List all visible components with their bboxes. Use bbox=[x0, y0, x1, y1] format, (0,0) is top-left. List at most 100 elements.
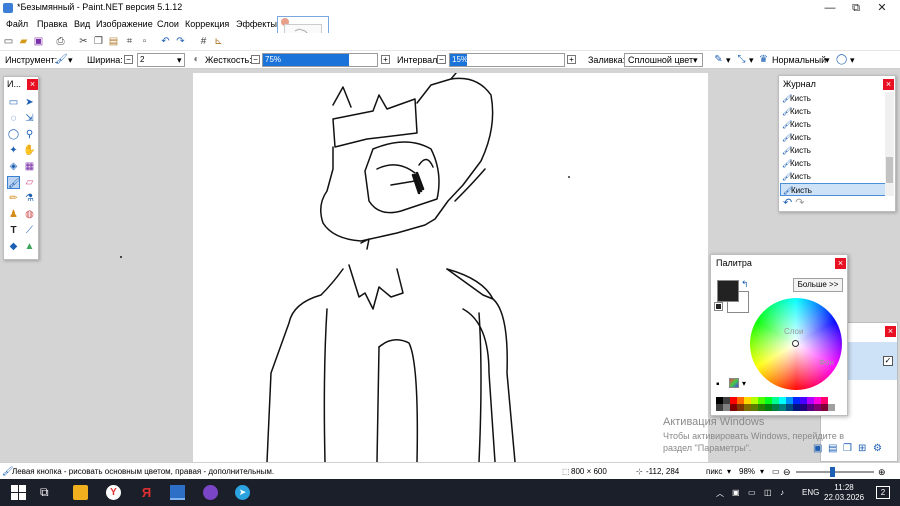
menu-effects[interactable]: Эффекты bbox=[236, 19, 277, 29]
move-selection-tool-icon[interactable]: ➤ bbox=[23, 96, 36, 109]
fill-dropdown-chevron-icon[interactable]: ▾ bbox=[693, 55, 698, 66]
interval-slider[interactable]: 15% bbox=[449, 53, 565, 67]
more-colors-button[interactable]: Больше >> bbox=[793, 278, 843, 292]
sampling-chevron-icon[interactable]: ▾ bbox=[850, 55, 855, 66]
paintbrush-icon[interactable]: 🖌 bbox=[55, 54, 68, 65]
tray-chevron-up-icon[interactable]: ︿ bbox=[716, 488, 724, 499]
palette-preset-icon[interactable] bbox=[729, 378, 739, 388]
ellipse-select-tool-icon[interactable]: ◯ bbox=[7, 128, 20, 141]
deselect-icon[interactable]: ▫ bbox=[139, 36, 150, 47]
save-icon[interactable]: ▣ bbox=[33, 36, 44, 47]
minimize-button[interactable]: — bbox=[817, 0, 843, 16]
hardness-decrease-button[interactable]: − bbox=[251, 55, 260, 64]
taskbar-clock[interactable]: 11:28 22.03.2026 bbox=[824, 483, 864, 503]
color-picker-tool-icon[interactable]: ⚗ bbox=[23, 192, 36, 205]
history-scroll-thumb[interactable] bbox=[886, 157, 893, 183]
palette-preset-chevron-icon[interactable]: ▾ bbox=[742, 379, 746, 388]
menu-view[interactable]: Вид bbox=[74, 19, 90, 29]
menu-layers[interactable]: Слои bbox=[157, 19, 179, 29]
history-undo-icon[interactable]: ↶ bbox=[783, 197, 792, 209]
history-item[interactable]: 🖌 Кисть bbox=[780, 131, 886, 144]
blend-mode-dropdown[interactable]: Нормальный bbox=[772, 55, 826, 65]
layer-visibility-checkbox[interactable]: ✓ bbox=[883, 356, 893, 366]
move-selected-tool-icon[interactable]: ⇲ bbox=[23, 112, 36, 125]
palette-panel-close-button[interactable]: × bbox=[835, 258, 846, 269]
grid-icon[interactable]: # bbox=[198, 36, 209, 47]
layers-panel-close-button[interactable]: × bbox=[885, 326, 896, 337]
zoom-slider[interactable] bbox=[796, 467, 874, 477]
yandex-browser-icon[interactable]: Y bbox=[106, 485, 121, 500]
zoom-out-icon[interactable]: ⊖ bbox=[783, 467, 791, 478]
menu-image[interactable]: Изображение bbox=[96, 19, 153, 29]
shapes-tool-icon[interactable]: ◆ bbox=[7, 240, 20, 253]
alpha-chevron-icon[interactable]: ▾ bbox=[749, 55, 754, 66]
zoom-tool-icon[interactable]: ⚲ bbox=[23, 128, 36, 141]
sampling-icon[interactable]: ◯ bbox=[836, 54, 847, 65]
zoom-slider-thumb[interactable] bbox=[830, 467, 835, 477]
color-wheel-knob[interactable] bbox=[792, 340, 799, 347]
paintbrush-tool-icon[interactable]: 🖌 bbox=[7, 176, 21, 189]
paintnet-taskbar-icon[interactable] bbox=[170, 485, 185, 500]
crop-icon[interactable]: ⌗ bbox=[124, 36, 135, 47]
zoom-fit-icon[interactable]: ▭ bbox=[772, 467, 780, 476]
antialias-chevron-icon[interactable]: ▾ bbox=[726, 55, 731, 66]
clone-stamp-tool-icon[interactable]: ♟ bbox=[7, 208, 20, 221]
new-file-icon[interactable]: ▭ bbox=[3, 36, 14, 47]
drawing-canvas[interactable] bbox=[193, 66, 708, 463]
pan-tool-icon[interactable]: ✋ bbox=[23, 144, 36, 157]
tools-panel-close-button[interactable]: × bbox=[27, 79, 38, 90]
notifications-icon[interactable]: 2 bbox=[876, 486, 890, 499]
rectangle-select-tool-icon[interactable]: ▭ bbox=[7, 96, 20, 109]
blend-chevron-icon[interactable]: ▾ bbox=[825, 55, 830, 66]
zoom-value[interactable]: 98% bbox=[739, 467, 755, 476]
primary-color-swatch[interactable] bbox=[717, 280, 739, 302]
network-icon[interactable]: ◫ bbox=[764, 488, 772, 497]
close-button[interactable]: ✕ bbox=[869, 0, 895, 16]
hardness-slider[interactable]: 75% bbox=[262, 53, 378, 67]
interval-decrease-button[interactable]: − bbox=[437, 55, 446, 64]
zoom-chevron-icon[interactable]: ▾ bbox=[760, 467, 764, 476]
units-chevron-icon[interactable]: ▾ bbox=[727, 467, 731, 476]
width-dropdown-chevron-icon[interactable]: ▾ bbox=[177, 55, 182, 66]
tray-app-icon[interactable]: ▣ bbox=[732, 488, 740, 497]
gradient-tool-icon[interactable]: ▦ bbox=[23, 160, 36, 173]
paste-icon[interactable]: ▤ bbox=[108, 36, 119, 47]
menu-adjustments[interactable]: Коррекция bbox=[185, 19, 229, 29]
palette-swatches[interactable] bbox=[716, 397, 843, 411]
history-item[interactable]: 🖌 Кисть bbox=[780, 170, 886, 183]
history-redo-icon[interactable]: ↷ bbox=[795, 197, 804, 209]
telegram-icon[interactable]: ➤ bbox=[235, 485, 250, 500]
maximize-button[interactable]: ⧉ bbox=[843, 0, 869, 16]
layer-properties-icon[interactable]: ⚙ bbox=[873, 443, 882, 454]
history-item[interactable]: 🖌 Кисть bbox=[780, 92, 886, 105]
magic-wand-tool-icon[interactable]: ✦ bbox=[7, 144, 20, 157]
copy-icon[interactable]: ❐ bbox=[93, 36, 104, 47]
color-wheel[interactable] bbox=[750, 298, 842, 390]
battery-icon[interactable]: ▭ bbox=[748, 488, 756, 497]
reset-colors-icon[interactable] bbox=[714, 302, 723, 311]
fill-dropdown[interactable]: Сплошной цвет bbox=[624, 53, 703, 67]
antialias-icon[interactable]: ✎ bbox=[713, 54, 724, 65]
zoom-in-icon[interactable]: ⊕ bbox=[878, 467, 886, 478]
volume-icon[interactable]: ♪ bbox=[780, 488, 784, 497]
units-dropdown[interactable]: пикс bbox=[706, 467, 722, 476]
open-folder-icon[interactable]: ▰ bbox=[18, 36, 29, 47]
history-item[interactable]: 🖌 Кисть bbox=[780, 157, 886, 170]
history-item[interactable]: 🖌 Кисть bbox=[780, 105, 886, 118]
width-decrease-button[interactable]: − bbox=[124, 55, 133, 64]
lasso-tool-icon[interactable]: ◌ bbox=[7, 112, 20, 125]
yandex-icon[interactable]: Я bbox=[139, 485, 154, 500]
windows-start-icon[interactable] bbox=[11, 485, 26, 500]
paint-bucket-tool-icon[interactable]: ◈ bbox=[7, 160, 20, 173]
history-item-selected[interactable]: 🖌 Кисть bbox=[780, 183, 886, 196]
shapes-triangle-icon[interactable]: ▲ bbox=[23, 240, 36, 253]
language-indicator[interactable]: ENG bbox=[802, 488, 819, 497]
file-explorer-icon[interactable] bbox=[73, 485, 88, 500]
cut-icon[interactable]: ✂ bbox=[78, 36, 89, 47]
tor-browser-icon[interactable] bbox=[203, 485, 218, 500]
task-view-icon[interactable]: ⧉ bbox=[40, 485, 55, 500]
palette-menu-icon[interactable]: ▪ bbox=[716, 379, 720, 390]
hardness-increase-button[interactable]: + bbox=[381, 55, 390, 64]
interval-increase-button[interactable]: + bbox=[567, 55, 576, 64]
ruler-icon[interactable]: ⊾ bbox=[213, 36, 224, 47]
